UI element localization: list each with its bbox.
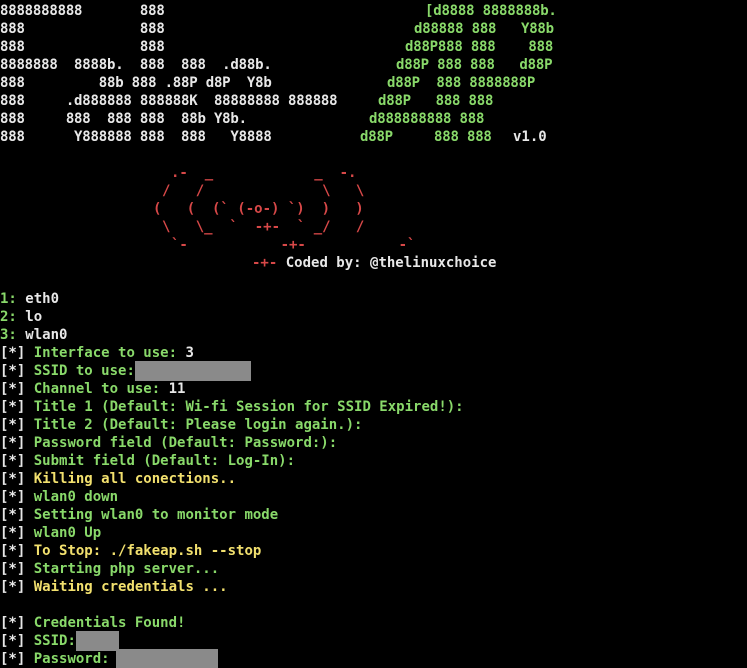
credit-text: Coded by: @thelinuxchoice (285, 255, 497, 271)
banner-version: v1.0 (513, 129, 547, 145)
prompt-tag: [*] (0, 417, 26, 433)
banner-line: 888 Y888888 888 888 Y8888 (0, 129, 272, 145)
prompt-value: 11 (168, 381, 186, 397)
banner-line: 8888888 8888b. 888 888 .d88b. (0, 57, 272, 73)
interface-item: 2: lo (0, 308, 42, 326)
prompt-tag: [*] (0, 471, 26, 487)
banner-ap-line: d88P 888 888 (378, 93, 494, 109)
prompt-tag: [*] (0, 507, 26, 523)
interface-name: wlan0 (25, 327, 68, 343)
terminal-window: 8888888888 888 888 888 888 888 8888888 8… (0, 0, 747, 668)
prompt-label: Title 2 (Default: Please login again.): (33, 417, 363, 433)
prompt-tag: [*] (0, 543, 26, 559)
prompt-line: [*] Title 2 (Default: Please login again… (0, 416, 362, 434)
prompt-tag: [*] (0, 633, 26, 649)
interface-number: 2: (0, 309, 17, 325)
status-text: Starting php server... (33, 561, 220, 577)
interface-name: eth0 (25, 291, 60, 307)
status-line: [*] Waiting credentials ... (0, 578, 228, 596)
status-line: [*] Starting php server... (0, 560, 219, 578)
credit-line: -+- Coded by: @thelinuxchoice (252, 254, 496, 272)
prompt-tag: [*] (0, 525, 26, 541)
prompt-tag: [*] (0, 381, 26, 397)
status-text: wlan0 down (33, 489, 119, 505)
banner-ap-line: [d8888 8888888b. (425, 3, 557, 19)
prompt-tag: [*] (0, 561, 26, 577)
prompt-line: [*] Interface to use: 3 (0, 344, 194, 362)
banner-line: 888 888 (0, 21, 165, 37)
banner-ap-line: d88P888 888 888 (405, 39, 554, 55)
status-line: [*] wlan0 Up (0, 524, 101, 542)
banner-ap-line: d888888888 888 (369, 111, 485, 127)
banner-ap-line: d88P 888 8888888P (387, 75, 536, 91)
logo-line: .- _ _ -. (171, 165, 357, 181)
credentials-ssid-line: [*] SSID: (0, 631, 119, 651)
interface-item: 3: wlan0 (0, 326, 67, 344)
prompt-tag: [*] (0, 615, 26, 631)
interface-name: lo (25, 309, 43, 325)
prompt-line: [*] SSID to use: (0, 361, 251, 381)
interface-number: 1: (0, 291, 17, 307)
prompt-label: Channel to use: (33, 381, 161, 397)
redacted-captured-ssid (75, 631, 119, 651)
status-line: [*] wlan0 down (0, 488, 118, 506)
banner-line: 888 888 888 888 88b Y8b. (0, 111, 247, 127)
prompt-tag: [*] (0, 399, 26, 415)
credentials-ssid-label: SSID: (33, 633, 76, 649)
credentials-password-line: [*] Password: (0, 649, 218, 668)
prompt-line: [*] Title 1 (Default: Wi-fi Session for … (0, 398, 464, 416)
status-text: To Stop: ./fakeap.sh --stop (33, 543, 262, 559)
interface-item: 1: eth0 (0, 290, 59, 308)
prompt-tag: [*] (0, 651, 26, 667)
credentials-found-line: [*] Credentials Found! (0, 614, 185, 632)
status-text: wlan0 Up (33, 525, 102, 541)
credentials-found-text: Credentials Found! (33, 615, 186, 631)
logo-line: -+- (252, 255, 278, 271)
banner-line: 888 .d888888 888888K 88888888 888888 (0, 93, 338, 109)
prompt-value: 3 (185, 345, 194, 361)
redacted-ssid (134, 361, 251, 381)
logo-line: ( ( (` (-o-) `) ) ) (153, 201, 364, 217)
status-line: [*] Killing all conections.. (0, 470, 236, 488)
banner-ap-line: d88888 888 Y88b (414, 21, 554, 37)
status-text: Killing all conections.. (33, 471, 237, 487)
banner-ap-line: d88P 888 888 d88P (396, 57, 553, 73)
status-line: [*] To Stop: ./fakeap.sh --stop (0, 542, 261, 560)
logo-line: / / \ \ (162, 183, 365, 199)
logo-line: \ \_ ` -+- ` _/ / (162, 219, 365, 235)
status-text: Waiting credentials ... (33, 579, 228, 595)
prompt-tag: [*] (0, 453, 26, 469)
interface-number: 3: (0, 327, 17, 343)
prompt-label: Title 1 (Default: Wi-fi Session for SSID… (33, 399, 464, 415)
prompt-line: [*] Channel to use: 11 (0, 380, 185, 398)
prompt-tag: [*] (0, 489, 26, 505)
credentials-password-label: Password: (33, 651, 110, 667)
prompt-tag: [*] (0, 363, 26, 379)
banner-line: 8888888888 888 (0, 3, 165, 19)
prompt-line: [*] Password field (Default: Password:): (0, 434, 337, 452)
prompt-line: [*] Submit field (Default: Log-In): (0, 452, 295, 470)
prompt-label: SSID to use: (33, 363, 135, 379)
redacted-captured-password (115, 649, 218, 668)
prompt-tag: [*] (0, 435, 26, 451)
prompt-label: Password field (Default: Password:): (33, 435, 338, 451)
status-line: [*] Setting wlan0 to monitor mode (0, 506, 278, 524)
prompt-label: Submit field (Default: Log-In): (33, 453, 296, 469)
prompt-tag: [*] (0, 345, 26, 361)
banner-line: 888 88b 888 .88P d8P Y8b (0, 75, 272, 91)
prompt-tag: [*] (0, 579, 26, 595)
logo-line: `- -+- -` (171, 237, 416, 253)
status-text: Setting wlan0 to monitor mode (33, 507, 279, 523)
banner-ap-line: d88P 888 888 (360, 129, 492, 145)
banner-line: 888 888 (0, 39, 165, 55)
prompt-label: Interface to use: (33, 345, 178, 361)
